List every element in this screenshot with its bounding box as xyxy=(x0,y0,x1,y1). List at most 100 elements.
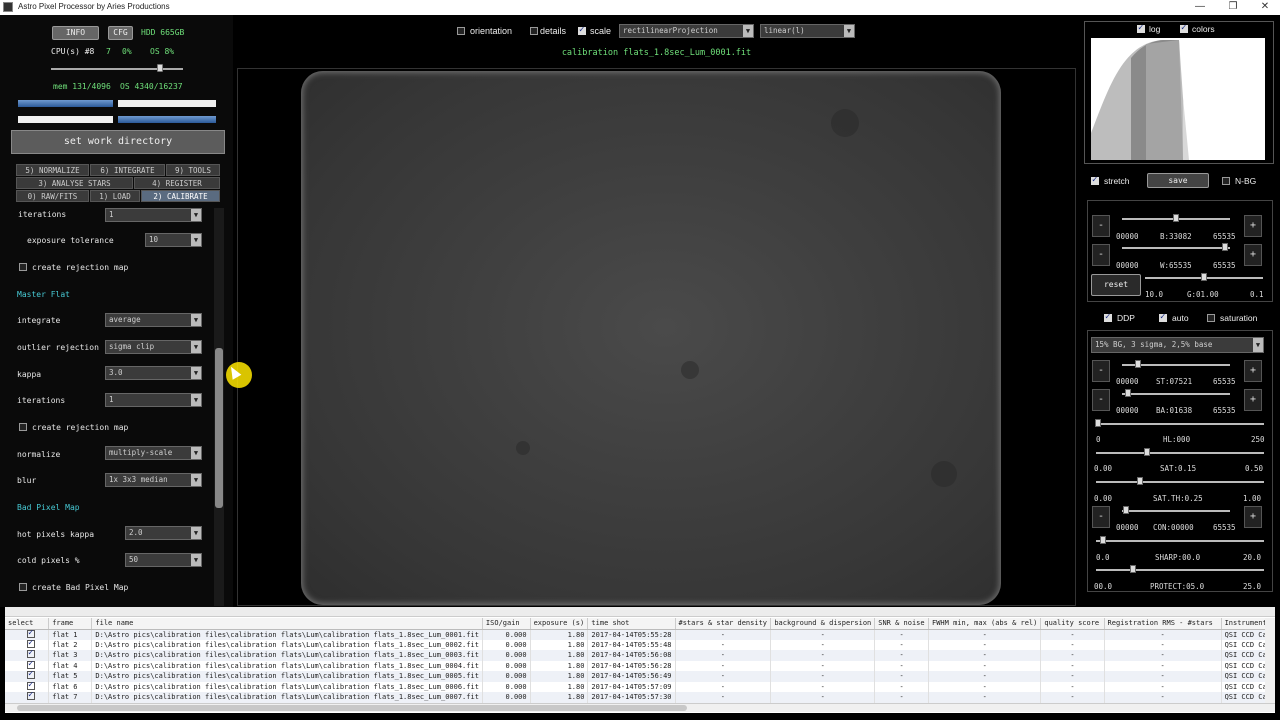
saturation-checkbox[interactable] xyxy=(1207,314,1215,322)
hot-pixels-kappa-dropdown[interactable]: 2.0 ▼ xyxy=(125,526,202,540)
scrollbar-thumb[interactable] xyxy=(215,348,223,508)
protect-slider[interactable] xyxy=(1096,569,1264,571)
stretch-mode-dropdown[interactable]: linear(l) ▼ xyxy=(760,24,855,38)
maximize-button[interactable]: ❐ xyxy=(1218,0,1248,15)
table-row[interactable]: flat 3D:\Astro pics\calibration files\ca… xyxy=(5,650,1276,661)
col-fwhm[interactable]: FWHM min, max (abs & rel) xyxy=(928,618,1042,630)
table-row[interactable]: flat 7D:\Astro pics\calibration files\ca… xyxy=(5,692,1276,703)
con-minus-button[interactable]: - xyxy=(1092,506,1110,528)
w-slider[interactable] xyxy=(1122,247,1230,249)
integrate-dropdown[interactable]: average ▼ xyxy=(105,313,202,327)
col-file-name[interactable]: file name xyxy=(91,618,483,630)
st-slider-knob[interactable] xyxy=(1135,360,1141,368)
scrollbar-thumb[interactable] xyxy=(17,705,687,711)
col-time-shot[interactable]: time shot xyxy=(587,618,676,630)
sat-slider-knob[interactable] xyxy=(1144,448,1150,456)
row-select-cell[interactable] xyxy=(5,629,50,640)
row-select-checkbox[interactable] xyxy=(27,650,35,659)
sharp-slider-knob[interactable] xyxy=(1100,536,1106,544)
ddp-preset-dropdown[interactable]: 15% BG, 3 sigma, 2,5% base ▼ xyxy=(1091,337,1264,353)
g-slider-knob[interactable] xyxy=(1201,273,1207,281)
panel-splitter[interactable] xyxy=(5,607,1275,617)
col-registration[interactable]: Registration RMS - #stars xyxy=(1104,618,1222,630)
auto-checkbox[interactable] xyxy=(1159,312,1167,322)
st-plus-button[interactable]: + xyxy=(1244,360,1262,382)
row-select-cell[interactable] xyxy=(5,660,50,671)
set-work-directory-button[interactable]: set work directory xyxy=(11,130,225,154)
tab-load[interactable]: 1) LOAD xyxy=(90,190,140,202)
w-plus-button[interactable]: + xyxy=(1244,244,1262,266)
image-viewer[interactable] xyxy=(237,68,1076,606)
tab-raw-fits[interactable]: 0) RAW/FITS xyxy=(16,190,89,202)
col-background[interactable]: background & dispersion xyxy=(770,618,876,630)
row-select-cell[interactable] xyxy=(5,650,50,661)
table-row[interactable]: flat 1D:\Astro pics\calibration files\ca… xyxy=(5,629,1276,640)
kappa-dropdown[interactable]: 3.0 ▼ xyxy=(105,366,202,380)
con-plus-button[interactable]: + xyxy=(1244,506,1262,528)
info-button[interactable]: INFO xyxy=(52,26,99,40)
col-iso-gain[interactable]: ISO/gain xyxy=(482,618,531,630)
b-minus-button[interactable]: - xyxy=(1092,215,1110,237)
col-stars[interactable]: #stars & star density xyxy=(675,618,772,630)
tab-analyse-stars[interactable]: 3) ANALYSE STARS xyxy=(16,177,133,189)
col-snr[interactable]: SNR & noise xyxy=(874,618,929,630)
table-row[interactable]: flat 4D:\Astro pics\calibration files\ca… xyxy=(5,660,1276,671)
col-quality[interactable]: quality score xyxy=(1040,618,1105,630)
col-exposure[interactable]: exposure (s) xyxy=(530,618,589,630)
ba-minus-button[interactable]: - xyxy=(1092,389,1110,411)
create-bad-pixel-map-checkbox[interactable] xyxy=(19,583,27,591)
cfg-button[interactable]: CFG xyxy=(108,26,133,40)
row-select-checkbox[interactable] xyxy=(27,692,35,701)
st-minus-button[interactable]: - xyxy=(1092,360,1110,382)
tab-calibrate[interactable]: 2) CALIBRATE xyxy=(141,190,220,202)
table-row[interactable]: flat 6D:\Astro pics\calibration files\ca… xyxy=(5,681,1276,692)
row-select-cell[interactable] xyxy=(5,671,50,682)
exposure-tolerance-dropdown[interactable]: 10 ▼ xyxy=(145,233,202,247)
reset-button[interactable]: reset xyxy=(1091,274,1141,296)
ba-slider-knob[interactable] xyxy=(1125,389,1131,397)
ba-slider[interactable] xyxy=(1122,393,1230,395)
details-checkbox[interactable] xyxy=(530,27,538,35)
hl-slider-knob[interactable] xyxy=(1095,419,1101,427)
close-button[interactable]: ✕ xyxy=(1250,0,1280,15)
cpu-slider[interactable] xyxy=(51,68,183,70)
protect-slider-knob[interactable] xyxy=(1130,565,1136,573)
sat-th-slider[interactable] xyxy=(1096,481,1264,483)
w-slider-knob[interactable] xyxy=(1222,243,1228,251)
row-select-cell[interactable] xyxy=(5,681,50,692)
iterations-top-dropdown[interactable]: 1 ▼ xyxy=(105,208,202,222)
create-rejection-map-checkbox-1[interactable] xyxy=(19,263,27,271)
row-select-checkbox[interactable] xyxy=(27,671,35,680)
row-select-cell[interactable] xyxy=(5,639,50,650)
tab-normalize[interactable]: 5) NORMALIZE xyxy=(16,164,89,176)
iterations-dropdown[interactable]: 1 ▼ xyxy=(105,393,202,407)
hl-slider[interactable] xyxy=(1096,423,1264,425)
w-minus-button[interactable]: - xyxy=(1092,244,1110,266)
col-frame[interactable]: frame xyxy=(48,618,93,630)
orientation-checkbox[interactable] xyxy=(457,27,465,35)
minimize-button[interactable]: — xyxy=(1185,0,1215,15)
cpu-slider-knob[interactable] xyxy=(157,64,163,72)
col-select[interactable]: select xyxy=(5,618,50,630)
sat-slider[interactable] xyxy=(1096,452,1264,454)
row-select-cell[interactable] xyxy=(5,692,50,703)
row-select-checkbox[interactable] xyxy=(27,629,35,638)
row-select-checkbox[interactable] xyxy=(27,640,35,648)
projection-dropdown[interactable]: rectilinearProjection ▼ xyxy=(619,24,754,38)
tab-register[interactable]: 4) REGISTER xyxy=(134,177,220,189)
table-vertical-scrollbar[interactable] xyxy=(1265,618,1275,703)
con-slider[interactable] xyxy=(1122,510,1230,512)
create-rejection-map-checkbox-2[interactable] xyxy=(19,423,27,431)
ba-plus-button[interactable]: + xyxy=(1244,389,1262,411)
table-horizontal-scrollbar[interactable] xyxy=(5,703,1275,712)
settings-scrollbar[interactable] xyxy=(214,208,224,606)
b-plus-button[interactable]: + xyxy=(1244,215,1262,237)
table-row[interactable]: flat 5D:\Astro pics\calibration files\ca… xyxy=(5,671,1276,682)
cold-pixels-dropdown[interactable]: 50 ▼ xyxy=(125,553,202,567)
row-select-checkbox[interactable] xyxy=(27,661,35,669)
blur-dropdown[interactable]: 1x 3x3 median ▼ xyxy=(105,473,202,487)
nbg-checkbox[interactable] xyxy=(1222,177,1230,185)
tab-integrate[interactable]: 6) INTEGRATE xyxy=(90,164,165,176)
colors-checkbox[interactable] xyxy=(1180,23,1188,33)
log-checkbox[interactable] xyxy=(1137,23,1145,33)
